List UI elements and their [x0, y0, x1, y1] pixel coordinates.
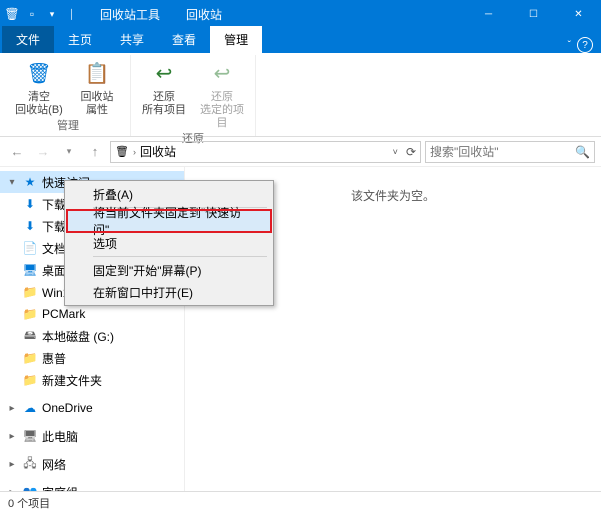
expand-icon[interactable]: ▸ [6, 487, 18, 492]
drive-icon: 🖴 [22, 328, 38, 344]
tab-share[interactable]: 共享 [106, 26, 158, 53]
quick-access-toolbar: 🗑 ▫ ▾ │ [0, 0, 84, 28]
tree-label: 惠普 [42, 350, 66, 367]
tab-view[interactable]: 查看 [158, 26, 210, 53]
restore-selected-button[interactable]: ↩ 还原选定的项目 [197, 57, 247, 130]
tree-label: 下载 [42, 218, 66, 235]
ribbon-group-restore: ↩ 还原所有项目 ↩ 还原选定的项目 还原 [131, 55, 256, 136]
homegroup-icon: 👥 [22, 484, 38, 491]
tree-item-drive[interactable]: 🖴 本地磁盘 (G:) [0, 325, 184, 347]
star-icon: ★ [22, 174, 38, 190]
tree-label: 文档 [42, 240, 66, 257]
tree-homegroup[interactable]: ▸ 👥 家庭组 [0, 481, 184, 491]
address-bar[interactable]: 🗑 › 回收站 ˅ ⟳ [110, 141, 421, 163]
ribbon-group-label: 管理 [57, 117, 79, 135]
collapse-icon[interactable]: ▾ [6, 177, 18, 188]
document-icon: 📄 [22, 240, 38, 256]
expand-icon[interactable]: ▸ [6, 459, 18, 470]
tree-label: OneDrive [42, 401, 93, 415]
tree-label: 此电脑 [42, 428, 78, 445]
download-icon: ⬇ [22, 218, 38, 234]
ribbon-tabs: 文件 主页 共享 查看 管理 ˇ ? [0, 28, 601, 53]
pc-icon: 🖥 [22, 428, 38, 444]
dropdown-icon[interactable]: ˅ [393, 147, 398, 157]
tree-label: 本地磁盘 (G:) [42, 328, 114, 345]
expand-icon[interactable]: ▸ [6, 431, 18, 442]
empty-bin-icon: 🗑 [23, 57, 55, 89]
network-icon: 🖧 [22, 456, 38, 472]
menu-options[interactable]: 选项 [67, 232, 271, 254]
tree-label: 网络 [42, 456, 66, 473]
tree-label: 新建文件夹 [42, 372, 102, 389]
maximize-button[interactable]: ☐ [511, 0, 556, 28]
tree-label: 桌面 [42, 262, 66, 279]
restore-selected-icon: ↩ [206, 57, 238, 89]
window-controls: ─ ☐ ✕ [466, 0, 601, 28]
recycle-bin-properties-button[interactable]: 📋 回收站属性 [72, 57, 122, 117]
menu-collapse[interactable]: 折叠(A) [67, 183, 271, 205]
restore-all-button[interactable]: ↩ 还原所有项目 [139, 57, 189, 130]
tree-network[interactable]: ▸ 🖧 网络 [0, 453, 184, 475]
tree-label: PCMark [42, 307, 85, 321]
tree-item-folder[interactable]: 📁 惠普 [0, 347, 184, 369]
title-bar: 🗑 ▫ ▾ │ 回收站工具 回收站 ─ ☐ ✕ [0, 0, 601, 28]
empty-recycle-bin-button[interactable]: 🗑 清空回收站(B) [14, 57, 64, 117]
tab-home[interactable]: 主页 [54, 26, 106, 53]
qat-item-icon[interactable]: ▫ [24, 6, 40, 22]
refresh-icon[interactable]: ⟳ [406, 145, 416, 159]
folder-icon: 📁 [22, 284, 38, 300]
tree-item-folder[interactable]: 📁 PCMark [0, 303, 184, 325]
context-menu: 折叠(A) 将当前文件夹固定到"快速访问" 选项 固定到"开始"屏幕(P) 在新… [64, 180, 274, 306]
tab-manage[interactable]: 管理 [210, 26, 262, 53]
menu-open-new-window[interactable]: 在新窗口中打开(E) [67, 281, 271, 303]
chevron-right-icon[interactable]: › [133, 147, 136, 157]
ribbon: 🗑 清空回收站(B) 📋 回收站属性 管理 ↩ 还原所有项目 ↩ 还原选定的项目… [0, 53, 601, 137]
restore-all-icon: ↩ [148, 57, 180, 89]
menu-pin-to-start[interactable]: 固定到"开始"屏幕(P) [67, 259, 271, 281]
tree-onedrive[interactable]: ▸ ☁ OneDrive [0, 397, 184, 419]
recycle-bin-icon: 🗑 [4, 6, 20, 22]
download-icon: ⬇ [22, 196, 38, 212]
status-bar: 0 个项目 [0, 491, 601, 513]
search-box[interactable]: 🔍 [425, 141, 595, 163]
qat-dropdown-icon[interactable]: ▾ [44, 6, 60, 22]
recent-locations-button[interactable]: ▾ [58, 141, 80, 163]
ribbon-collapse-icon[interactable]: ˇ [568, 40, 571, 51]
menu-separator [93, 256, 267, 257]
cloud-icon: ☁ [22, 400, 38, 416]
ribbon-group-manage: 🗑 清空回收站(B) 📋 回收站属性 管理 [6, 55, 131, 136]
window-title: 回收站 [176, 0, 232, 28]
navigation-bar: ← → ▾ ↑ 🗑 › 回收站 ˅ ⟳ 🔍 [0, 137, 601, 167]
recycle-bin-icon: 🗑 [115, 145, 129, 159]
up-button[interactable]: ↑ [84, 141, 106, 163]
tab-file[interactable]: 文件 [2, 26, 54, 53]
contextual-tab-title: 回收站工具 [84, 0, 176, 28]
properties-icon: 📋 [81, 57, 113, 89]
help-icon[interactable]: ? [577, 37, 593, 53]
qat-separator-icon: │ [64, 6, 80, 22]
item-count: 0 个项目 [8, 495, 50, 511]
folder-icon: 📁 [22, 372, 38, 388]
search-icon[interactable]: 🔍 [575, 145, 590, 159]
minimize-button[interactable]: ─ [466, 0, 511, 28]
breadcrumb[interactable]: 回收站 [140, 143, 176, 160]
close-button[interactable]: ✕ [556, 0, 601, 28]
back-button[interactable]: ← [6, 141, 28, 163]
tree-label: 家庭组 [42, 484, 78, 492]
menu-pin-to-quick-access[interactable]: 将当前文件夹固定到"快速访问" [67, 210, 271, 232]
desktop-icon: 🖥 [22, 262, 38, 278]
forward-button[interactable]: → [32, 141, 54, 163]
folder-icon: 📁 [22, 306, 38, 322]
folder-icon: 📁 [22, 350, 38, 366]
tree-this-pc[interactable]: ▸ 🖥 此电脑 [0, 425, 184, 447]
search-input[interactable] [430, 145, 575, 159]
expand-icon[interactable]: ▸ [6, 403, 18, 414]
tree-label: 下载 [42, 196, 66, 213]
tree-item-folder[interactable]: 📁 新建文件夹 [0, 369, 184, 391]
